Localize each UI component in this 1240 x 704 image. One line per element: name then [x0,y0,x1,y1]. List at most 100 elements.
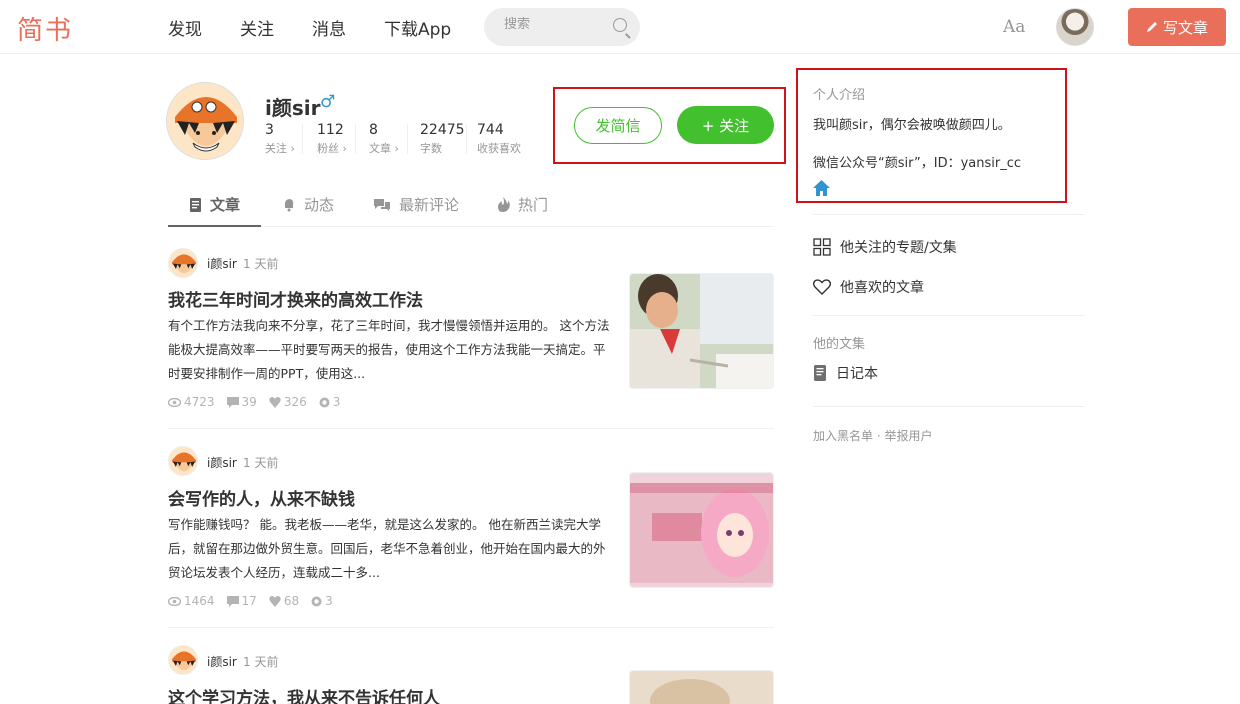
search-icon[interactable] [613,18,627,32]
stat-followers[interactable]: 112 粉丝 › [317,122,347,156]
article-likes: 68 [269,594,299,608]
stat-articles-label: 文章 › [369,142,399,155]
article-photo-banknote-anime [630,473,773,587]
nav-follow[interactable]: 关注 [240,15,274,40]
article-comments-count: 17 [241,594,257,608]
article-author-avatar[interactable] [168,446,198,476]
sidebar-link-followed-collections[interactable]: 他关注的专题/文集 [813,237,957,257]
stat-following-label: 关注 › [265,142,295,155]
nav-messages[interactable]: 消息 [312,15,346,40]
article-likes: 326 [269,395,307,409]
stat-followers-count: 112 [317,122,344,138]
article-rewards: 3 [319,395,341,409]
comment-icon [226,396,239,408]
stat-likes-count: 744 [477,122,504,138]
article-author-name[interactable]: i颜sir [207,653,237,670]
tab-hot[interactable]: 热门 [497,194,548,215]
heart-icon [269,396,281,408]
stat-following[interactable]: 3 关注 › [265,122,295,156]
article-title[interactable]: 会写作的人，从来不缺钱 [168,485,355,510]
heart-outline-icon [813,279,831,295]
cartoon-avatar-icon [169,249,197,277]
sidebar-divider [813,214,1085,215]
stat-likes-label: 收获喜欢 [477,142,521,155]
article-time: 1 天前 [243,257,279,271]
eye-icon [168,397,181,407]
active-tab-indicator [168,225,261,227]
article-rewards-count: 3 [332,395,341,409]
collection-item-diary[interactable]: 日记本 [813,363,878,383]
article-likes-count: 68 [283,594,300,608]
search-input[interactable] [504,17,604,32]
sidebar-divider [813,406,1085,407]
sidebar-divider [813,315,1085,316]
article-title[interactable]: 我花三年时间才换来的高效工作法 [168,286,423,311]
article-time: 1 天前 [243,655,279,669]
pen-icon [1146,22,1157,32]
article-comments-count: 39 [241,395,257,409]
article-comments[interactable]: 39 [226,395,257,409]
home-icon[interactable] [813,180,830,196]
block-report-user-link[interactable]: 加入黑名单 · 举报用户 [813,427,932,444]
tab-articles-label: 文章 [210,196,241,214]
tab-latest-comments[interactable]: 最新评论 [373,194,459,215]
send-message-button[interactable]: 发简信 [574,107,662,144]
sidebar-link-followed-collections-label: 他关注的专题/文集 [840,240,957,256]
intro-title: 个人介绍 [813,88,866,103]
stat-words: 22475 字数 [420,122,465,156]
nav-discover[interactable]: 发现 [168,15,202,40]
follow-button[interactable]: + 关注 [677,106,774,144]
article-meta: 4723 39 326 3 [168,395,340,409]
article-views-count: 4723 [184,395,215,409]
sidebar-link-liked-articles-label: 他喜欢的文章 [840,280,924,296]
write-article-label: 写文章 [1162,18,1208,37]
bell-icon [285,198,294,211]
user-avatar[interactable] [1056,8,1094,46]
coin-icon [311,596,322,606]
article-divider [168,627,774,628]
stat-likes: 744 收获喜欢 [477,122,521,156]
article-thumbnail[interactable] [629,472,774,588]
article-time: 1 天前 [243,456,279,470]
sidebar-link-liked-articles[interactable]: 他喜欢的文章 [813,277,924,297]
nav-download-app[interactable]: 下载App [384,15,451,40]
article-comments[interactable]: 17 [226,594,257,608]
heart-icon [269,595,281,607]
stat-articles-count: 8 [369,122,378,138]
article-likes-count: 326 [283,395,307,409]
article-author-name[interactable]: i颜sir [207,255,237,272]
write-article-button[interactable]: 写文章 [1128,8,1226,46]
article-author-avatar[interactable] [168,645,198,675]
comments-icon [374,198,390,211]
stat-divider [407,124,408,154]
notebook-icon [814,365,826,381]
stat-divider [302,124,303,154]
article-thumbnail[interactable] [629,670,774,704]
article-divider [168,428,774,429]
article-title[interactable]: 这个学习方法，我从来不告诉任何人 [168,684,440,704]
stat-following-count: 3 [265,122,274,138]
document-icon [190,197,201,212]
article-thumbnail[interactable] [629,273,774,389]
stat-words-count: 22475 [420,122,465,138]
font-settings-toggle[interactable]: Aa [1003,17,1025,37]
cartoon-avatar-icon [169,447,197,475]
article-meta: 1464 17 68 3 [168,594,333,608]
article-author-avatar[interactable] [168,248,198,278]
stat-divider [355,124,356,154]
tab-articles[interactable]: 文章 [189,194,240,215]
article-views[interactable]: 1464 [168,594,215,608]
article-views[interactable]: 4723 [168,395,215,409]
stat-divider [466,124,467,154]
intro-line-1: 我叫颜sir，偶尔会被唤做颜四儿。 [813,118,1011,133]
stat-articles[interactable]: 8 文章 › [369,122,399,156]
collection-item-diary-label: 日记本 [836,366,878,382]
profile-avatar[interactable] [166,82,244,160]
tab-activity[interactable]: 动态 [282,194,334,215]
article-author-name[interactable]: i颜sir [207,454,237,471]
coin-icon [319,397,330,407]
fire-icon [498,197,510,212]
jianshu-logo[interactable]: 简书 [17,10,73,47]
top-navbar: 简书 发现 关注 消息 下载App Aa 写文章 [0,0,1240,54]
stat-words-label: 字数 [420,142,442,155]
